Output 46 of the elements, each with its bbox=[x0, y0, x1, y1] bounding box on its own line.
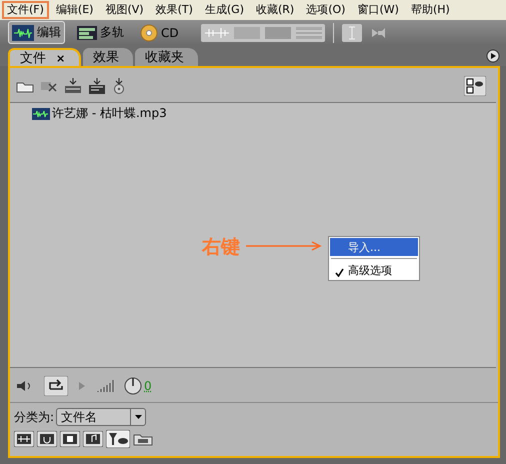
volume-knob[interactable] bbox=[124, 377, 142, 395]
insert-cd-icon[interactable] bbox=[112, 78, 126, 94]
menu-item[interactable]: 文件(F) bbox=[2, 1, 49, 19]
loop-icon[interactable] bbox=[44, 376, 68, 396]
show-options-icon[interactable] bbox=[464, 76, 486, 96]
panel-tab[interactable]: 收藏夹 bbox=[135, 48, 198, 66]
menu-item[interactable]: 生成(G) bbox=[200, 1, 249, 19]
panel-tab[interactable]: 文件 × bbox=[8, 48, 82, 66]
workspace-button[interactable]: 编辑 bbox=[8, 21, 65, 44]
annotation-text: 右键 bbox=[202, 235, 240, 260]
text-cursor-icon[interactable] bbox=[342, 24, 362, 42]
loop-file-icon[interactable] bbox=[37, 431, 57, 447]
file-item[interactable]: 许艺娜 - 枯叶蝶.mp3 bbox=[10, 103, 496, 122]
panel-tab[interactable]: 效果 bbox=[83, 48, 134, 66]
delete-icon[interactable] bbox=[40, 79, 58, 93]
context-menu-item[interactable]: 高级选项 bbox=[330, 261, 418, 279]
waveform-icon bbox=[12, 24, 34, 40]
video-file-icon[interactable] bbox=[60, 431, 80, 447]
context-menu-item[interactable]: 导入... bbox=[330, 238, 418, 256]
volume-reading: 0 bbox=[144, 379, 152, 393]
view-buttons-icon[interactable] bbox=[200, 24, 325, 42]
music-file-icon[interactable] bbox=[83, 431, 103, 447]
menu-item[interactable]: 收藏(R) bbox=[251, 1, 300, 19]
menu-item[interactable]: 效果(T) bbox=[150, 1, 198, 19]
sort-label: 分类为: bbox=[14, 408, 54, 426]
menu-item[interactable]: 视图(V) bbox=[100, 1, 149, 19]
waveform-icon bbox=[32, 108, 50, 120]
disc-icon bbox=[140, 24, 158, 42]
play-icon[interactable] bbox=[486, 49, 500, 63]
menu-item[interactable]: 帮助(H) bbox=[406, 1, 455, 19]
check-icon bbox=[334, 268, 344, 277]
sort-dropdown[interactable]: 文件名 bbox=[56, 408, 146, 426]
menu-item[interactable]: 选项(O) bbox=[301, 1, 350, 19]
cd-folder-icon[interactable] bbox=[133, 432, 153, 446]
wave-file-icon[interactable] bbox=[14, 431, 34, 447]
workspace-button[interactable]: CD bbox=[136, 20, 183, 44]
workspace-button[interactable]: 多轨 bbox=[73, 21, 128, 44]
menu-item[interactable]: 窗口(W) bbox=[352, 1, 404, 19]
insert-multitrack-icon[interactable] bbox=[88, 78, 106, 94]
menu-item[interactable]: 编辑(E) bbox=[50, 1, 98, 19]
close-icon[interactable]: × bbox=[56, 52, 66, 64]
multitrack-icon bbox=[77, 26, 97, 40]
dropdown-arrow-icon bbox=[134, 415, 142, 419]
volume-level-icon bbox=[96, 379, 114, 393]
insert-wave-icon[interactable] bbox=[64, 78, 82, 94]
filter-eye-icon[interactable] bbox=[106, 430, 130, 448]
